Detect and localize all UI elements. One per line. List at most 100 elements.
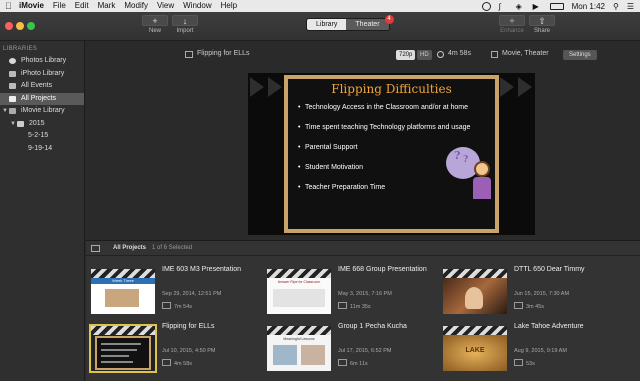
- viewer: Flipping for ELLs 720p HD 4m 58s Movie, …: [86, 41, 640, 238]
- plus-icon: +: [142, 15, 168, 26]
- tab-theater-label: Theater: [355, 21, 380, 28]
- project-thumbnail: Answer Ripe for Classroom: [267, 269, 331, 314]
- decor-chevron: [268, 77, 282, 97]
- project-length: 6m 11s: [338, 359, 368, 367]
- clapperboard-stripe: [91, 269, 155, 278]
- sidebar-item-event-5-2-15[interactable]: 5-2-15: [0, 130, 84, 143]
- video-preview[interactable]: Flipping Difficulties Technology Access …: [248, 73, 535, 235]
- apple-menu-icon[interactable]: : [5, 0, 15, 12]
- sidebar-item-label: All Events: [21, 82, 53, 89]
- project-date: Sep 29, 2014, 12:51 PM: [162, 291, 222, 297]
- browser-heading: All Projects: [113, 245, 147, 251]
- thumb-line: [101, 343, 141, 345]
- menu-edit[interactable]: Edit: [75, 0, 89, 12]
- menu-window[interactable]: Window: [183, 0, 211, 12]
- sidebar-item-event-9-19-14[interactable]: 9-19-14: [0, 143, 84, 156]
- project-date: May 3, 2015, 7:16 PM: [338, 291, 392, 297]
- project-date: Jun 15, 2015, 7:30 AM: [514, 291, 570, 297]
- clapperboard-stripe: [267, 269, 331, 278]
- thumb-caption: Answer Ripe for Classroom: [277, 280, 321, 284]
- thumb-text-block: [273, 289, 325, 307]
- project-duration: 4m 58s: [448, 50, 471, 57]
- app-menu[interactable]: iMovie: [19, 0, 44, 12]
- minimize-window-button[interactable]: [16, 22, 24, 30]
- thumb-line: [101, 349, 137, 351]
- project-title: IME 603 M3 Presentation: [162, 266, 241, 273]
- magic-wand-icon: ✦: [499, 15, 525, 26]
- iphoto-icon: [9, 70, 16, 77]
- search-icon[interactable]: ⚲: [613, 2, 619, 11]
- thumb-image: [301, 345, 325, 365]
- clock[interactable]: Mon 1:42: [572, 2, 605, 11]
- download-arrow-icon: ↓: [172, 15, 198, 26]
- events-icon: [9, 83, 16, 89]
- slide-title: Flipping Difficulties: [331, 82, 452, 96]
- thumb-line: [101, 355, 129, 357]
- thinking-girl-illustration: ? ?: [446, 143, 498, 203]
- close-window-button[interactable]: [5, 22, 13, 30]
- new-button[interactable]: + New: [140, 15, 170, 34]
- notification-list-icon[interactable]: ☰: [627, 2, 634, 11]
- quality-hd-badge: HD: [417, 50, 432, 60]
- disclosure-triangle-icon[interactable]: ▼: [10, 118, 16, 131]
- battery-icon[interactable]: [549, 2, 564, 10]
- toggle-sidebar-icon[interactable]: [91, 245, 100, 252]
- enhance-button[interactable]: ✦ Enhance: [497, 15, 527, 34]
- clapperboard-stripe: [443, 269, 507, 278]
- project-tile[interactable]: LAKE Lake Tahoe Adventure Aug 9, 2015, 9…: [438, 322, 608, 374]
- thumb-image: [105, 289, 139, 307]
- share-destination-icon: [491, 51, 498, 58]
- project-tile-selected[interactable]: Flipping for ELLs Jul 10, 2015, 4:50 PM …: [86, 322, 256, 374]
- project-title: Flipping for ELLs: [162, 323, 215, 330]
- tab-library[interactable]: Library: [307, 19, 347, 30]
- project-tile[interactable]: Answer Ripe for Classroom IME 668 Group …: [262, 265, 432, 317]
- sidebar-item-all-projects[interactable]: All Projects: [0, 92, 84, 105]
- clock-icon: [437, 51, 444, 58]
- thumb-caption: Meaningful Lessons: [283, 337, 315, 341]
- project-title: Lake Tahoe Adventure: [514, 323, 584, 330]
- menu-view[interactable]: View: [157, 0, 174, 12]
- project-length: 53s: [514, 359, 535, 367]
- project-tile[interactable]: DTTL 650 Dear Timmy Jun 15, 2015, 7:30 A…: [438, 265, 608, 317]
- bluetooth-icon[interactable]: ∫: [499, 2, 508, 11]
- settings-button[interactable]: Settings: [563, 50, 597, 60]
- sidebar-item-2015[interactable]: ▼ 2015: [0, 118, 84, 131]
- project-thumbnail: [89, 324, 157, 373]
- menu-modify[interactable]: Modify: [124, 0, 148, 12]
- quality-720p-badge: 720p: [396, 50, 416, 60]
- thumb-figure: [465, 287, 483, 309]
- menu-help[interactable]: Help: [221, 0, 237, 12]
- sync-icon[interactable]: [481, 1, 491, 11]
- volume-icon[interactable]: ▶: [533, 2, 542, 11]
- share-button[interactable]: ⇧ Share: [527, 15, 557, 34]
- import-button[interactable]: ↓ Import: [170, 15, 200, 34]
- import-label: Import: [176, 28, 194, 34]
- sidebar-item-iphoto-library[interactable]: iPhoto Library: [0, 68, 84, 81]
- project-tile[interactable]: Meaningful Lessons Group 1 Pecha Kucha J…: [262, 322, 432, 374]
- share-destinations: Movie, Theater: [502, 50, 549, 57]
- disclosure-triangle-icon[interactable]: ▼: [2, 105, 8, 118]
- menu-file[interactable]: File: [53, 0, 66, 12]
- toolbar: + New ↓ Import Library Theater 4 ✦ Enhan…: [0, 12, 640, 41]
- libraries-heading: LIBRARIES: [3, 46, 38, 52]
- view-switcher: Library Theater 4: [306, 15, 394, 31]
- project-tile[interactable]: Week Three IME 603 M3 Presentation Sep 2…: [86, 265, 256, 317]
- enhance-label: Enhance: [500, 28, 524, 34]
- project-date: Jul 17, 2015, 6:52 PM: [338, 348, 392, 354]
- sidebar-item-all-events[interactable]: All Events: [0, 80, 84, 93]
- thumb-caption: LAKE: [465, 347, 485, 354]
- slide-chalkboard: Flipping Difficulties Technology Access …: [284, 75, 499, 233]
- tab-theater[interactable]: Theater 4: [346, 15, 394, 30]
- zoom-window-button[interactable]: [27, 22, 35, 30]
- sidebar-item-photos-library[interactable]: Photos Library: [0, 55, 84, 68]
- wifi-icon[interactable]: ◈: [516, 2, 525, 11]
- menu-mark[interactable]: Mark: [98, 0, 116, 12]
- project-thumbnail: [443, 269, 507, 314]
- project-thumbnail: Meaningful Lessons: [267, 326, 331, 371]
- sidebar-item-label: Photos Library: [21, 57, 67, 64]
- thumb-line: [101, 361, 133, 363]
- sidebar-item-imovie-library[interactable]: ▼ iMovie Library: [0, 105, 84, 118]
- viewer-info-bar: Flipping for ELLs 720p HD 4m 58s Movie, …: [86, 50, 640, 62]
- project-browser: All Projects 1 of 6 Selected Week Three …: [86, 240, 640, 381]
- sidebar-item-label: All Projects: [21, 94, 57, 102]
